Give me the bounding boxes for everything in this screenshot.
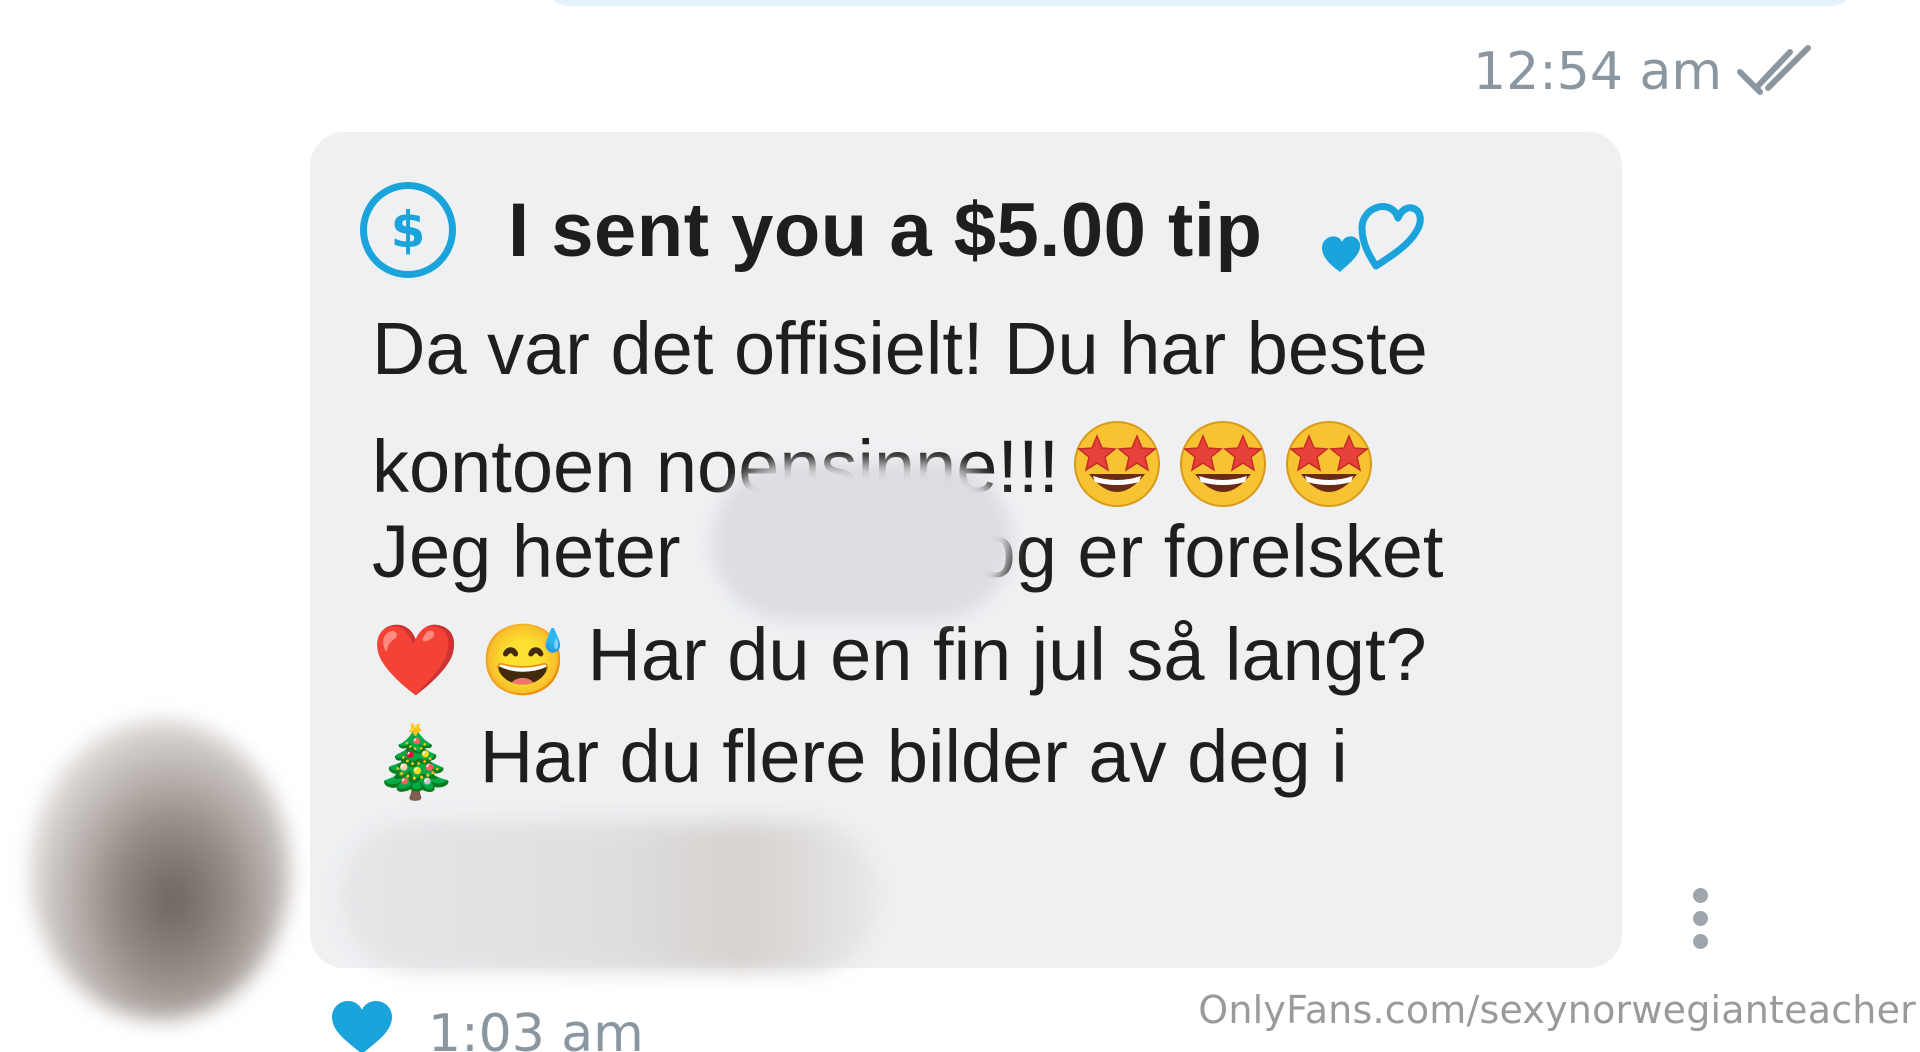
message-line-4-text: Har du en fin jul så langt? [587, 613, 1427, 696]
received-time: 1:03 am [428, 1004, 644, 1052]
message-line-3-start: Jeg heter [372, 510, 681, 593]
hearts-icon [1314, 188, 1425, 278]
tip-header: $ I sent you a $5.00 tip [360, 182, 1425, 278]
more-vertical-icon[interactable] [1693, 888, 1709, 949]
sent-message-meta: 12:54 am [1473, 42, 1832, 102]
message-line-5: 🎄 Har du flere bilder av deg i [372, 720, 1348, 802]
previous-sent-bubble[interactable] [545, 0, 1855, 6]
sweat-smile-emoji: 😅 [479, 621, 567, 700]
red-heart-emoji: ❤️ [372, 621, 460, 700]
more-dot [1693, 911, 1708, 926]
redacted-name-blur [712, 462, 1012, 620]
chat-screen: 12:54 am $ I sent you a $5.00 tip Da var… [0, 0, 1920, 1052]
message-line-3-end: og er forelsket [974, 510, 1444, 593]
redacted-text-blur [340, 822, 880, 972]
christmas-tree-emoji: 🎄 [372, 723, 460, 802]
more-dot [1693, 888, 1708, 903]
message-line-4: ❤️ 😅 Har du en fin jul så langt? [372, 618, 1427, 700]
received-message-meta: 1:03 am [330, 992, 644, 1052]
watermark: OnlyFans.com/sexynorwegianteacher [1198, 988, 1916, 1032]
heart-icon[interactable] [330, 1000, 394, 1052]
received-message-bubble[interactable]: $ I sent you a $5.00 tip Da var det offi… [310, 132, 1622, 972]
more-dot [1693, 934, 1708, 949]
avatar[interactable] [30, 720, 290, 1020]
message-line-1: Da var det offisielt! Du har beste [372, 307, 1428, 390]
star-struck-icon [1281, 414, 1377, 510]
tip-text: I sent you a $5.00 tip [508, 187, 1263, 273]
sent-time: 12:54 am [1473, 42, 1722, 102]
star-struck-icon [1069, 414, 1165, 510]
double-check-icon [1736, 44, 1832, 100]
message-line-5-text: Har du flere bilder av deg i [479, 715, 1348, 798]
dollar-icon: $ [360, 182, 456, 278]
star-struck-icon [1175, 414, 1271, 510]
